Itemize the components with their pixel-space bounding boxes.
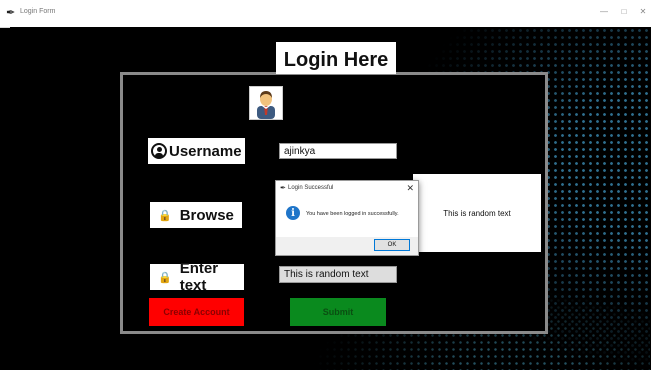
dialog-footer: OK [276, 237, 418, 255]
dialog-title: Login Successful [288, 185, 334, 191]
enter-text-label: 🔒 Enter text [150, 260, 244, 294]
window-title: Login Form [20, 8, 56, 15]
info-icon: i [286, 206, 300, 220]
feather-icon: ✒ [280, 185, 286, 192]
user-circle-icon [151, 143, 167, 159]
lock-icon: 🔒 [158, 209, 172, 222]
close-button[interactable]: ✕ [636, 7, 650, 16]
title-bar: ✒ Login Form — □ ✕ [0, 0, 651, 28]
username-label: Username [148, 138, 245, 164]
ok-button[interactable]: OK [374, 239, 410, 251]
minimize-button[interactable]: — [597, 7, 611, 16]
text-display-panel: This is random text [413, 174, 541, 252]
username-label-text: Username [169, 142, 242, 160]
browse-label-text: Browse [179, 206, 234, 224]
login-successful-dialog: ✒ Login Successful ✕ i You have been log… [275, 180, 419, 256]
page-title: Login Here [276, 42, 396, 74]
username-input[interactable]: ajinkya [279, 143, 397, 159]
businessman-avatar-icon [249, 86, 283, 120]
lock-icon: 🔒 [158, 271, 172, 284]
enter-text-label-text: Enter text [179, 260, 219, 294]
dialog-message: You have been logged in successfully. [306, 211, 399, 217]
dialog-close-button[interactable]: ✕ [406, 183, 414, 194]
enter-text-input[interactable]: This is random text [279, 266, 397, 283]
feather-icon: ✒ [6, 7, 16, 19]
maximize-button[interactable]: □ [617, 7, 631, 16]
browse-button[interactable]: 🔒 Browse [150, 202, 242, 228]
submit-button[interactable]: Submit [290, 298, 386, 326]
create-account-button[interactable]: Create Account [149, 298, 244, 326]
